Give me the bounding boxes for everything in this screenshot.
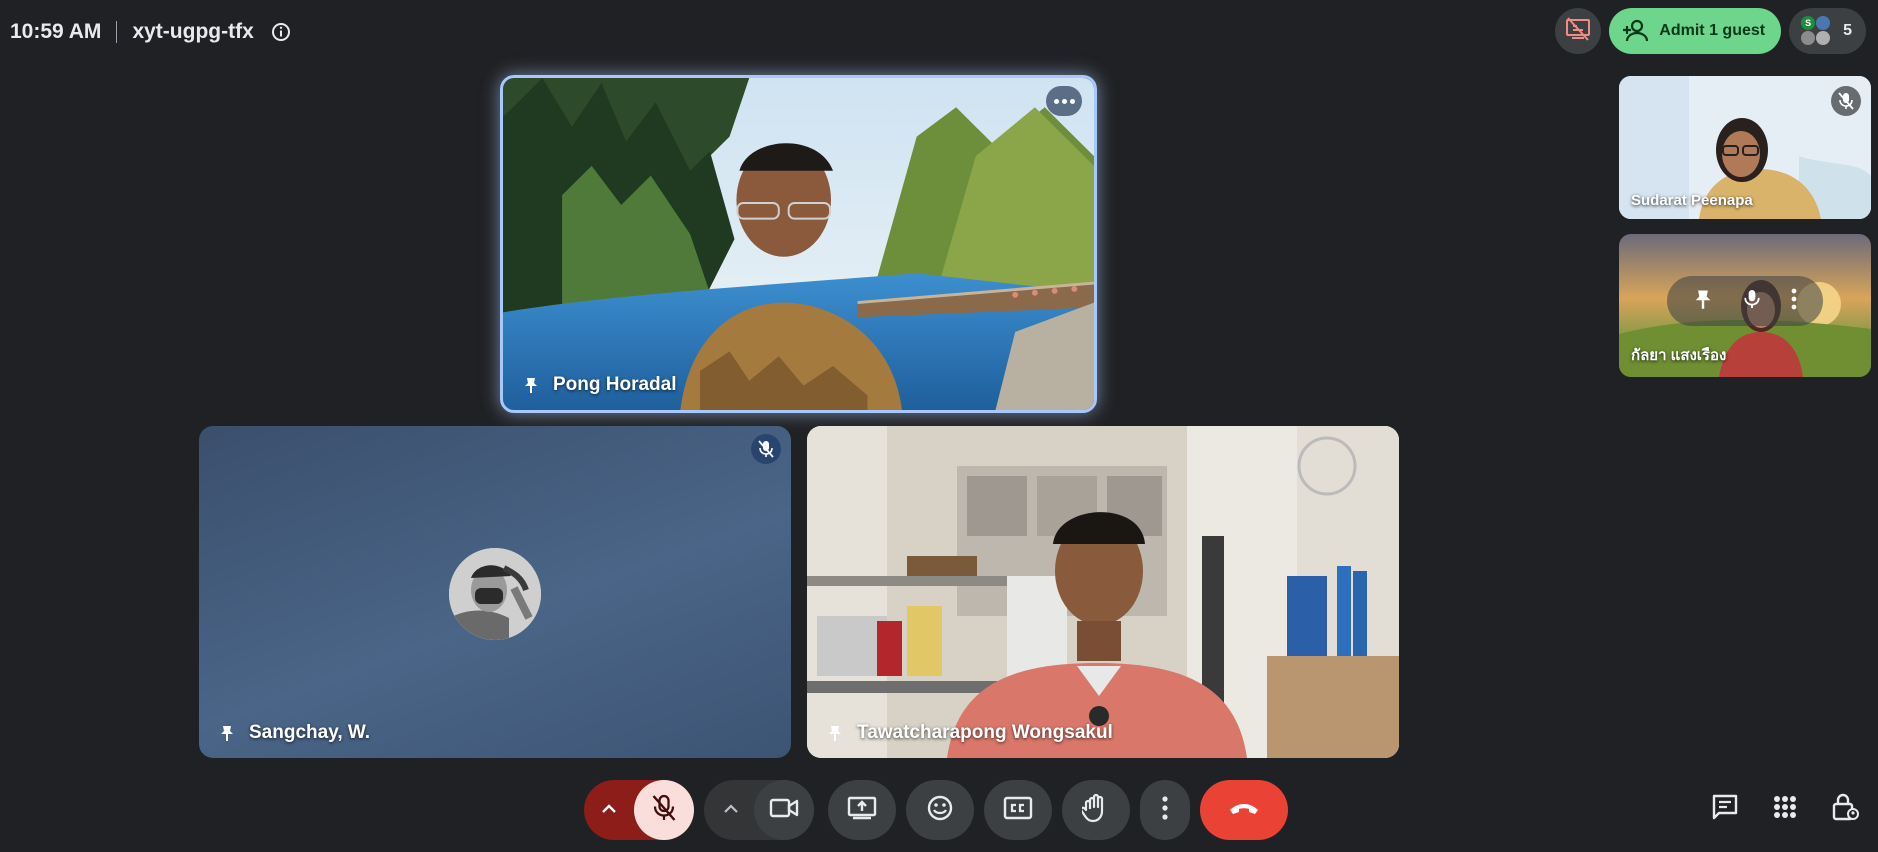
divider [116,21,118,43]
raise-hand-button[interactable] [1062,780,1130,840]
mic-off-icon [652,794,676,827]
mic-control-group [584,780,694,840]
participant-name-tag: Pong Horadal [521,374,677,396]
lock-person-icon [1831,792,1859,827]
top-right-controls: Admit 1 guest S 5 [1555,8,1866,54]
emoji-icon [926,794,954,827]
meeting-time: 10:59 AM [10,20,102,43]
pin-icon [521,375,541,395]
participant-name: Pong Horadal [553,374,677,395]
participant-name: Sangchay, W. [249,722,371,743]
person-add-icon [1621,16,1651,46]
pin-icon [217,723,237,743]
pin-icon[interactable] [1692,287,1714,316]
captions-button[interactable] [984,780,1052,840]
more-vert-icon[interactable] [1790,287,1798,316]
present-to-all-icon [847,796,877,825]
end-call-button[interactable] [1200,780,1288,840]
chevron-up-icon [602,801,616,819]
mini-avatar-photo [1816,16,1831,30]
host-controls-button[interactable] [1555,8,1602,54]
participant-name-tag: Sangchay, W. [217,722,370,744]
camera-control-group [704,780,814,840]
info-icon[interactable] [270,21,292,43]
mic-icon[interactable] [1743,287,1761,316]
apps-grid-icon [1773,795,1797,824]
reactions-button[interactable] [906,780,974,840]
mic-toggle-button[interactable] [634,780,694,840]
admit-guest-button[interactable]: Admit 1 guest [1609,8,1782,54]
host-controls-button[interactable] [1830,792,1860,827]
mini-avatar: S [1801,16,1816,30]
presentation-off-icon [1565,16,1591,46]
call-controls-bar [0,778,1878,840]
tile-hover-controls [1667,276,1823,326]
participant-avatars: S [1801,16,1831,46]
video-feed [807,426,1399,758]
hand-icon [1079,793,1110,828]
call-end-icon [1228,801,1260,820]
video-feed [503,78,1094,410]
chat-icon [1711,793,1739,826]
participant-name: Tawatcharapong Wongsakul [857,722,1113,743]
chevron-up-icon [724,801,738,819]
participant-count: 5 [1843,22,1852,39]
participant-name-tag: Tawatcharapong Wongsakul [825,722,1113,744]
video-tile-pong[interactable]: Pong Horadal [500,75,1097,413]
mic-off-icon [751,434,781,464]
meeting-info: 10:59 AM xyt-ugpg-tfx [10,18,292,46]
video-tile-tawatcharapong[interactable]: Tawatcharapong Wongsakul [807,426,1399,758]
video-tile-sangchay[interactable]: Sangchay, W. [199,426,791,758]
admit-guest-label: Admit 1 guest [1659,22,1766,39]
closed-caption-icon [1003,796,1033,825]
meeting-code: xyt-ugpg-tfx [132,20,254,43]
participant-name: Sudarat Peenapa [1631,192,1753,209]
more-options-button[interactable] [1140,780,1190,840]
avatar [449,548,541,640]
people-button[interactable]: S 5 [1789,8,1866,54]
chat-button[interactable] [1710,794,1740,824]
top-bar: 10:59 AM xyt-ugpg-tfx Admit 1 guest S 5 [0,0,1878,64]
meet-call-window: 10:59 AM xyt-ugpg-tfx Admit 1 guest S 5 … [0,0,1878,852]
mini-avatar-photo [1816,31,1831,45]
videocam-icon [769,798,799,823]
participant-name: กัลยา แสงเรือง [1631,347,1727,364]
side-panel-toggles [1710,792,1860,827]
present-screen-button[interactable] [828,780,896,840]
video-tile-kanlaya[interactable]: กัลยา แสงเรือง [1619,234,1871,377]
more-options-icon[interactable] [1046,86,1082,116]
mic-off-icon [1831,86,1861,116]
more-vert-icon [1161,795,1169,826]
video-tile-sudarat[interactable]: Sudarat Peenapa [1619,76,1871,219]
activities-button[interactable] [1770,794,1800,824]
camera-toggle-button[interactable] [754,780,814,840]
pin-icon [825,723,845,743]
mini-avatar-photo [1801,31,1816,45]
